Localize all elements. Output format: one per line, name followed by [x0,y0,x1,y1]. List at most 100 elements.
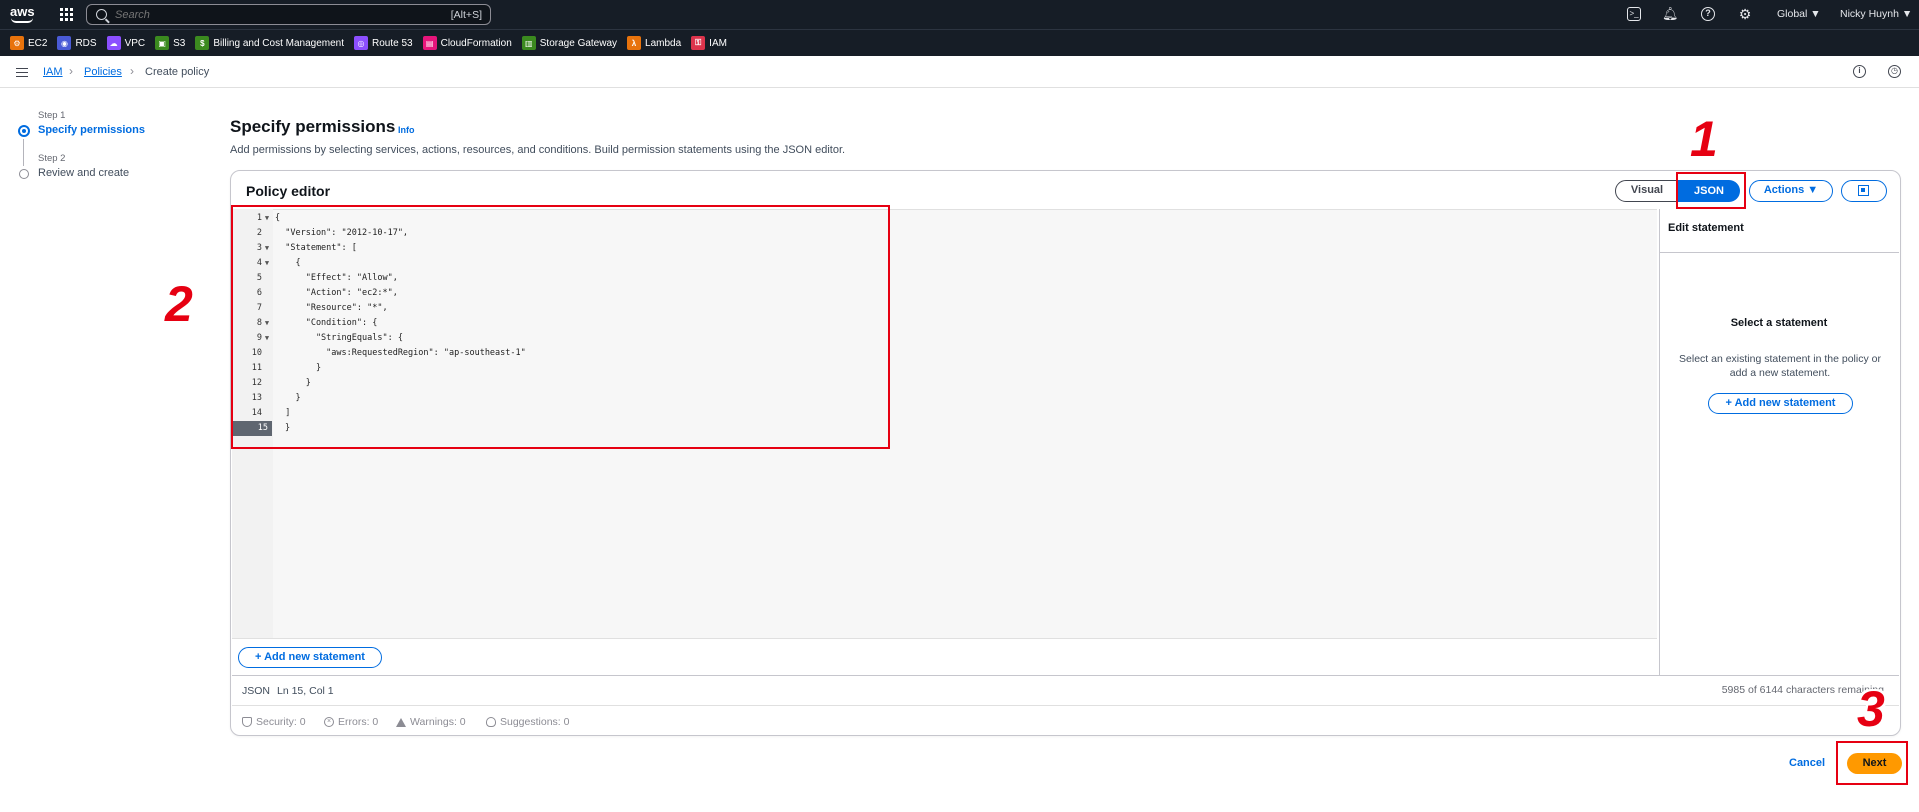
service-label: RDS [75,37,97,49]
region-selector[interactable]: Global ▼ [1777,8,1821,20]
service-shortcut-cloudformation[interactable]: ▤ CloudFormation [422,36,512,50]
breadcrumb-bar: IAM › Policies › Create policy i ◷ [0,56,1919,88]
help-icon[interactable]: ? [1701,7,1715,21]
lint-summary-bar [232,705,1899,735]
fullscreen-icon [1858,185,1869,196]
route53-icon: ◎ [354,36,369,50]
step2-indicator [19,169,29,179]
breadcrumb-separator: › [130,64,134,78]
policy-editor-title: Policy editor [246,183,331,199]
service-label: S3 [173,37,186,49]
fullscreen-button[interactable] [1841,180,1887,202]
annotation-box-next [1836,741,1908,785]
iam-icon: ⚿ [691,36,706,50]
service-shortcut-storage-gateway[interactable]: ▥ Storage Gateway [521,36,618,50]
step1-indicator [18,125,30,137]
service-label: EC2 [28,37,48,49]
service-shortcuts-bar: ⚙ EC2 ◉ RDS ☁ VPC ▣ S3 $ Billing and Cost Man… [0,29,1919,56]
error-icon: × [324,717,334,727]
service-shortcut-rds[interactable]: ◉ RDS [57,36,97,50]
search-shortcut-hint: [Alt+S] [450,9,482,21]
storage-gateway-icon: ▥ [521,36,536,50]
service-shortcut-lambda[interactable]: λ Lambda [627,36,681,50]
service-shortcut-route53[interactable]: ◎ Route 53 [354,36,413,50]
aws-logo-text: aws [10,4,35,19]
search-input[interactable] [115,8,415,21]
annotation-number-2: 2 [165,276,193,332]
select-statement-text: Select an existing statement in the poli… [1679,353,1881,379]
service-shortcut-vpc[interactable]: ☁ VPC [106,36,146,50]
select-statement-heading: Select a statement [1730,317,1828,329]
edit-statement-panel [1659,209,1899,675]
add-new-statement-button-panel[interactable]: + Add new statement [1708,393,1853,414]
account-menu[interactable]: Nicky Huynh ▼ [1840,8,1912,20]
status-cursor-position: Ln 15, Col 1 [277,685,334,697]
service-label: Lambda [645,37,682,49]
step2-label: Step 2 [38,153,66,164]
status-language: JSON [242,685,271,697]
services-grid-icon[interactable] [60,8,73,21]
search-icon [96,9,107,20]
edit-statement-title: Edit statement [1668,222,1744,234]
search-bar[interactable]: [Alt+S] [86,4,491,25]
info-icon[interactable]: i [1853,65,1866,78]
add-new-statement-button[interactable]: + Add new statement [238,647,382,668]
step1-label: Step 1 [38,110,66,121]
panel-divider [1660,252,1899,253]
ec2-icon: ⚙ [10,36,24,50]
billing-icon: $ [195,36,210,50]
lint-errors[interactable]: × Errors: 0 [324,716,378,728]
shield-icon [242,717,252,727]
service-label: Storage Gateway [539,37,618,49]
lightbulb-icon [486,717,496,727]
lambda-icon: λ [627,36,642,50]
service-shortcut-s3[interactable]: ▣ S3 [155,36,185,50]
top-navigation-bar: aws [Alt+S] >_ 🔔︎ ? ⚙ Global ▼ Nicky Huy… [0,0,1919,29]
annotation-box-code [231,205,890,449]
lint-security[interactable]: Security: 0 [242,716,306,728]
breadcrumb-current: Create policy [145,66,210,78]
step2-title: Review and create [38,167,130,179]
history-icon[interactable]: ◷ [1888,65,1901,78]
breadcrumb-separator: › [69,64,73,78]
cloudshell-icon[interactable]: >_ [1627,7,1641,21]
rds-icon: ◉ [57,36,72,50]
page-description: Add permissions by selecting services, a… [230,144,846,156]
warning-icon [396,717,406,727]
aws-logo[interactable]: aws [10,4,38,24]
service-shortcut-ec2[interactable]: ⚙ EC2 [10,36,47,50]
annotation-box-json [1676,172,1746,209]
service-label: Route 53 [372,37,413,49]
lint-suggestions-label: Suggestions: 0 [500,716,570,728]
step-connector [23,139,24,166]
annotation-number-1: 1 [1690,111,1718,167]
visual-mode-button[interactable]: Visual [1615,180,1679,202]
cloudformation-icon: ▤ [422,36,437,50]
annotation-number-3: 3 [1857,681,1885,737]
gear-icon[interactable]: ⚙ [1738,7,1752,21]
info-link[interactable]: Info [398,125,415,135]
service-shortcut-iam[interactable]: ⚿ IAM [691,36,727,50]
lint-warnings[interactable]: Warnings: 0 [396,716,466,728]
menu-icon[interactable] [16,68,28,77]
actions-dropdown[interactable]: Actions ▼ [1749,180,1833,202]
service-label: VPC [124,37,146,49]
service-label: CloudFormation [440,37,512,49]
bell-icon[interactable]: 🔔︎ [1662,7,1679,21]
cancel-button[interactable]: Cancel [1789,757,1825,769]
service-label: IAM [709,37,727,49]
lint-warnings-label: Warnings: 0 [410,716,466,728]
add-statement-row [232,638,1657,675]
service-label: Billing and Cost Management [213,37,345,49]
vpc-icon: ☁ [106,36,121,50]
editor-status-bar [232,675,1899,705]
breadcrumb-iam[interactable]: IAM [43,66,63,78]
s3-icon: ▣ [155,36,170,50]
lint-errors-label: Errors: 0 [338,716,379,728]
step1-title[interactable]: Specify permissions [38,124,145,136]
page-title: Specify permissions [230,117,396,136]
lint-suggestions[interactable]: Suggestions: 0 [486,716,569,728]
breadcrumb-policies[interactable]: Policies [84,66,122,78]
service-shortcut-billing[interactable]: $ Billing and Cost Management [195,36,344,50]
lint-security-label: Security: 0 [256,716,306,728]
